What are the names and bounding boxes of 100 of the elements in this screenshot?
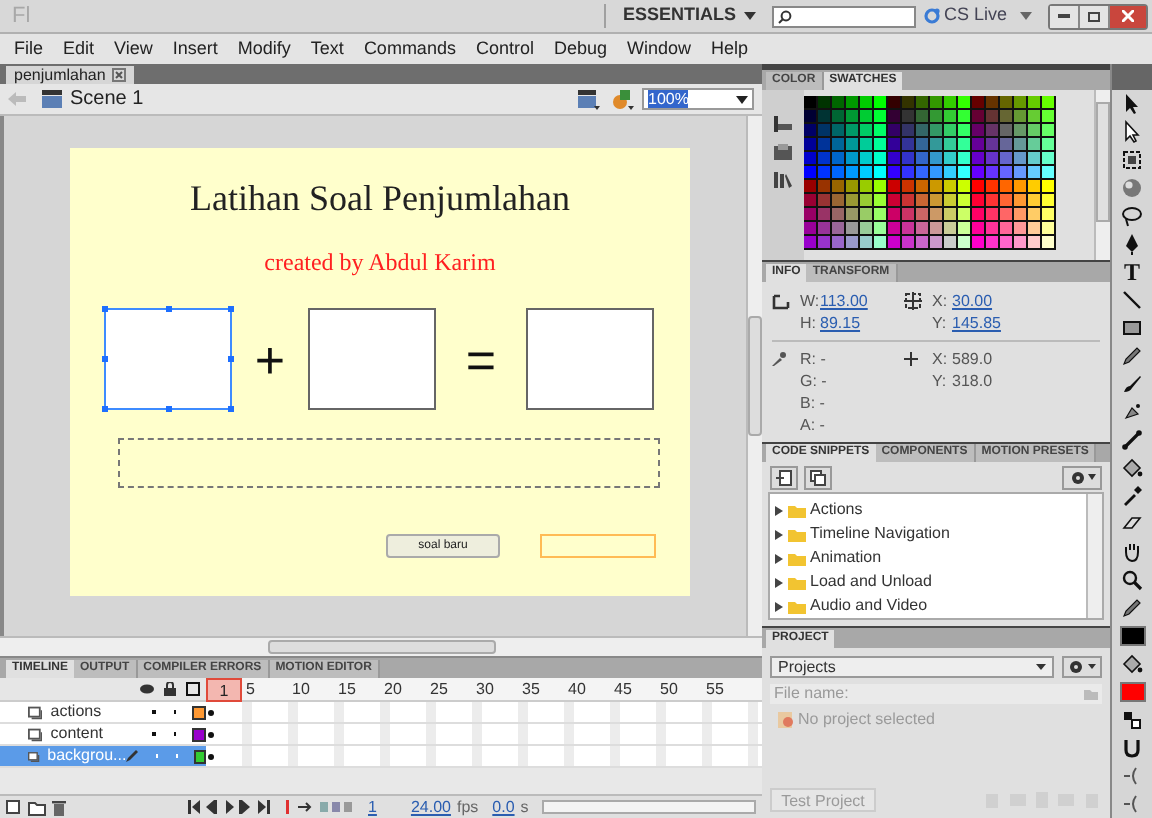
bone-icon[interactable] [1120, 428, 1144, 452]
insert-code-button[interactable] [770, 465, 798, 489]
menu-item[interactable]: Control [465, 35, 544, 63]
outline-icon[interactable] [186, 682, 200, 696]
horizontal-scrollbar[interactable] [542, 800, 756, 814]
info-label: Y: [932, 369, 949, 393]
zoom-dropdown[interactable]: 100% [642, 88, 754, 110]
lock-icon[interactable] [164, 682, 176, 696]
align-icon[interactable] [774, 116, 792, 132]
frame-field[interactable]: 1 [368, 795, 377, 818]
minimize-button[interactable] [1050, 5, 1080, 27]
close-button[interactable] [1110, 5, 1146, 27]
layer-color-square[interactable] [192, 727, 206, 741]
playback-controls-icon[interactable] [188, 800, 276, 814]
frame-number: 15 [336, 677, 358, 701]
expand-triangle-icon[interactable] [774, 529, 784, 539]
answer-box[interactable] [526, 308, 654, 410]
maximize-button[interactable] [1080, 5, 1110, 27]
snippet-folder[interactable]: Timeline Navigation [810, 522, 950, 546]
lasso-icon[interactable] [1120, 204, 1144, 228]
menu-item[interactable]: File [4, 35, 54, 63]
fps-field[interactable]: 24.00 [410, 795, 451, 818]
answer-box[interactable] [104, 308, 232, 410]
trash-icon[interactable] [52, 799, 66, 815]
eyedropper-icon[interactable] [1120, 484, 1144, 508]
menu-item[interactable]: Commands [353, 35, 466, 63]
info-value-field[interactable]: 89.15 [820, 311, 904, 335]
magnifier-icon[interactable] [1120, 568, 1144, 592]
snippet-folder[interactable]: Animation [810, 546, 882, 570]
arrow-icon[interactable] [1120, 92, 1144, 116]
layer-color-square[interactable] [194, 749, 206, 763]
transform-icon[interactable] [1120, 148, 1144, 172]
pen-icon[interactable] [1120, 232, 1144, 256]
text-tool-button[interactable]: T [1123, 260, 1140, 284]
hand-icon[interactable] [1120, 540, 1144, 564]
vertical-scrollbar[interactable] [1094, 90, 1110, 260]
snippet-folder[interactable]: Load and Unload [810, 570, 932, 594]
options-button[interactable] [1062, 465, 1102, 489]
info-value-field[interactable]: 30.00 [952, 289, 993, 313]
menu-item[interactable]: Modify [227, 35, 301, 63]
eye-icon[interactable] [140, 684, 154, 694]
new-layer-icon[interactable] [6, 799, 22, 815]
menu-item[interactable]: Window [617, 35, 702, 63]
vertical-scrollbar[interactable] [746, 116, 762, 636]
library-icon[interactable] [774, 144, 792, 160]
menu-item[interactable]: Debug [543, 35, 617, 63]
expand-triangle-icon[interactable] [774, 553, 784, 563]
expand-triangle-icon[interactable] [774, 601, 784, 611]
pencil-icon[interactable] [1120, 596, 1144, 620]
color-swatch[interactable] [1119, 682, 1145, 702]
answer-box[interactable] [308, 308, 436, 410]
expand-triangle-icon[interactable] [774, 505, 784, 515]
bucket-icon[interactable] [1120, 652, 1144, 676]
layer-row[interactable]: actions [0, 702, 206, 722]
magnet-icon[interactable] [1120, 736, 1144, 760]
spray-icon[interactable] [1120, 400, 1144, 424]
document-tab[interactable]: penjumlahan [6, 66, 134, 84]
menu-item[interactable]: Text [300, 35, 354, 63]
pencil-icon[interactable] [1120, 344, 1144, 368]
vertical-scrollbar[interactable] [1086, 494, 1102, 618]
time-field[interactable]: 0.0 [492, 795, 515, 818]
frame-number: 25 [428, 677, 450, 701]
shapes-icon[interactable] [612, 89, 634, 109]
rectangle-icon[interactable] [1120, 316, 1144, 340]
close-icon[interactable] [111, 68, 126, 82]
hollow-arrow-icon[interactable] [1120, 120, 1144, 144]
info-value-field[interactable]: 113.00 [820, 289, 904, 313]
caret-icon [1020, 12, 1032, 20]
bucket-icon[interactable] [1120, 456, 1144, 480]
gear-icon[interactable] [1062, 656, 1102, 678]
line-icon[interactable] [1120, 288, 1144, 312]
color-reading: G: - [800, 369, 829, 393]
text-area[interactable] [117, 438, 659, 488]
menu-item[interactable]: Help [701, 35, 759, 63]
workspace-menu[interactable]: ESSENTIALS [622, 2, 756, 30]
cs-live-button[interactable]: CS Live [924, 2, 1020, 30]
swap-colors-icon[interactable] [1120, 708, 1144, 732]
input-field[interactable] [540, 534, 656, 558]
books-icon[interactable] [774, 172, 792, 188]
snippet-folder[interactable]: Audio and Video [810, 594, 928, 618]
layer-color-square[interactable] [192, 705, 206, 719]
playhead[interactable]: 1 [206, 677, 242, 701]
expand-triangle-icon[interactable] [774, 577, 784, 587]
menu-item[interactable]: Edit [53, 35, 105, 63]
layer-row[interactable]: content [0, 724, 206, 744]
fps-unit: fps [456, 795, 479, 818]
copy-button[interactable] [804, 465, 832, 489]
snippet-folder[interactable]: Actions [810, 498, 863, 522]
projects-dropdown[interactable]: Projects [770, 656, 1054, 678]
color-swatch[interactable] [1119, 626, 1145, 646]
folder-icon[interactable] [28, 799, 46, 815]
search-field[interactable] [772, 5, 916, 27]
onion-skin-icon[interactable] [282, 800, 354, 814]
info-value-field[interactable]: 145.85 [952, 311, 1001, 335]
brush-icon[interactable] [1120, 372, 1144, 396]
clapper-icon[interactable] [578, 89, 600, 109]
menu-item[interactable]: Insert [162, 35, 228, 63]
menu-item[interactable]: View [104, 35, 163, 63]
frame-number: 20 [382, 677, 404, 701]
horizontal-scrollbar[interactable] [0, 636, 762, 656]
